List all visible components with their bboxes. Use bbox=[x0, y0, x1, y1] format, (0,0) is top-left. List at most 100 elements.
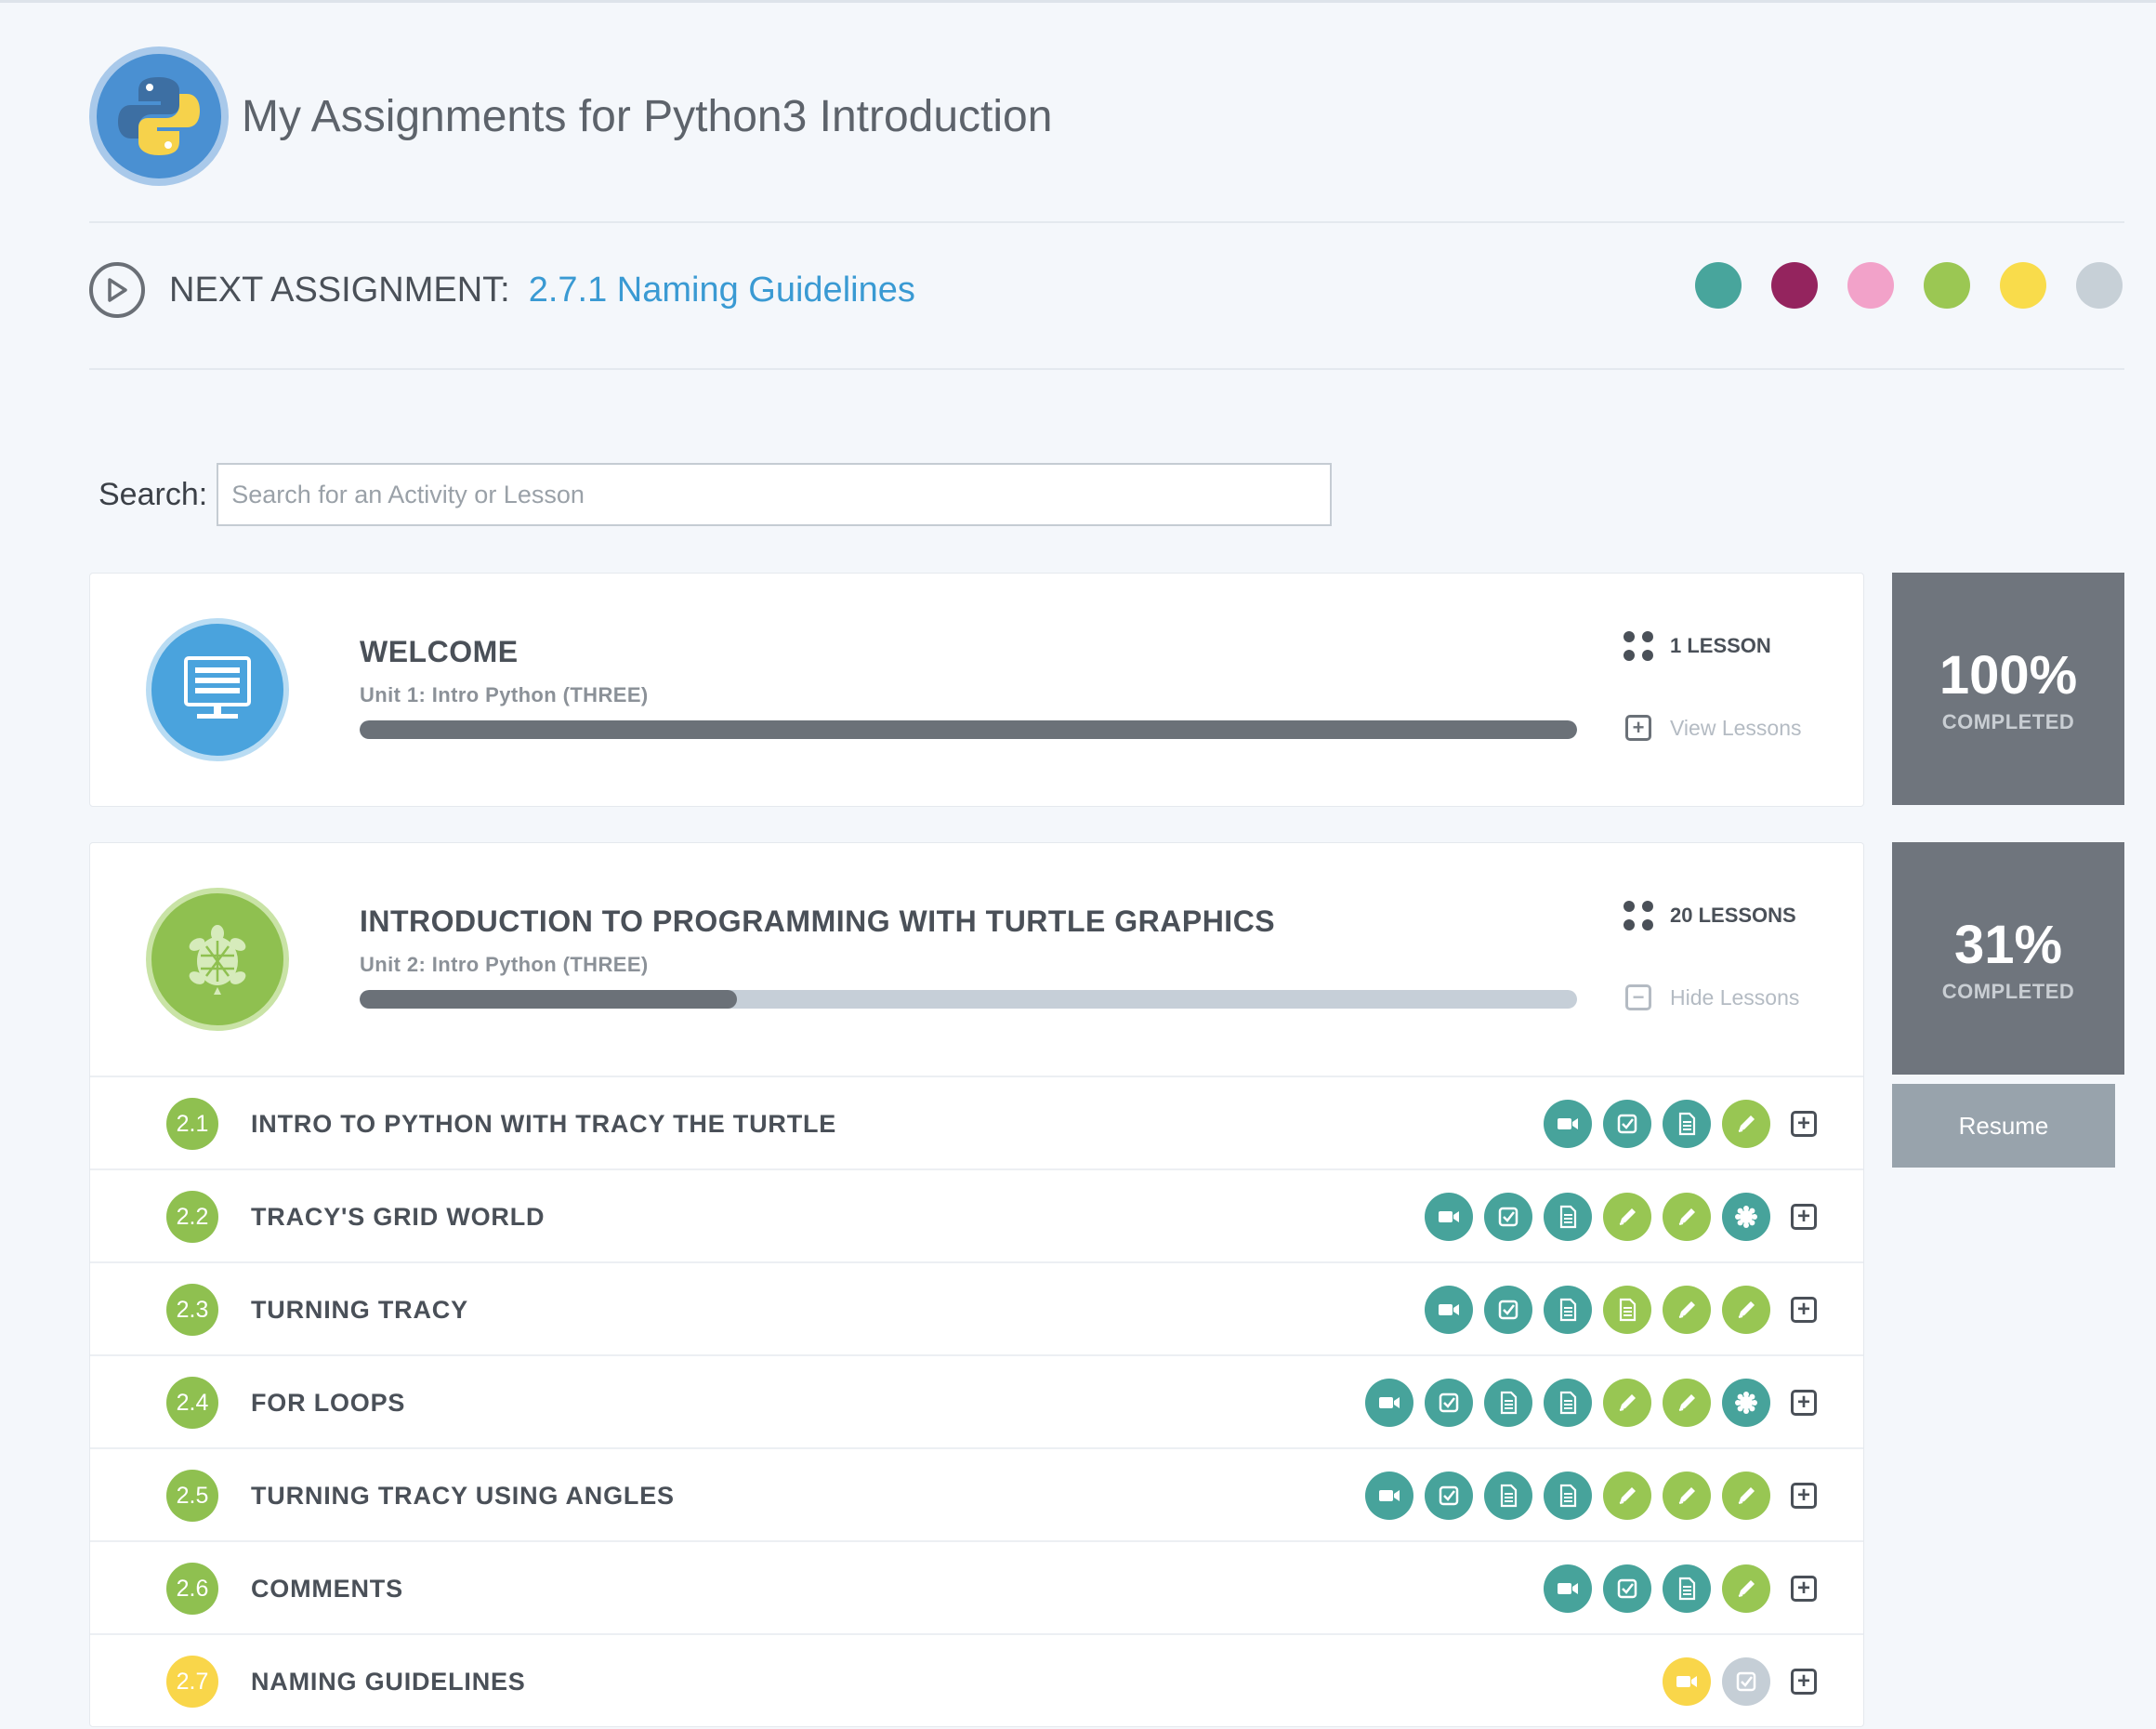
document-icon[interactable] bbox=[1484, 1379, 1532, 1427]
unit-card-turtle-graphics: INTRODUCTION TO PROGRAMMING WITH TURTLE … bbox=[89, 842, 1864, 1727]
color-dot[interactable] bbox=[1771, 262, 1818, 309]
lesson-number-badge: 2.2 bbox=[166, 1191, 218, 1243]
quiz-check-icon[interactable] bbox=[1484, 1193, 1532, 1241]
search-bar: Search: bbox=[99, 463, 1333, 526]
completion-label: COMPLETED bbox=[1941, 979, 2075, 1003]
badge-icon[interactable] bbox=[1722, 1193, 1770, 1241]
lesson-row[interactable]: 2.6 COMMENTS + bbox=[90, 1540, 1863, 1633]
document-icon[interactable] bbox=[1544, 1472, 1592, 1520]
resume-button[interactable]: Resume bbox=[1892, 1084, 2115, 1168]
quiz-check-icon[interactable] bbox=[1722, 1657, 1770, 1706]
expand-plus-icon[interactable]: + bbox=[1791, 1483, 1817, 1509]
expand-plus-icon[interactable]: + bbox=[1791, 1390, 1817, 1416]
video-icon[interactable] bbox=[1663, 1657, 1711, 1706]
expand-plus-icon: + bbox=[1625, 715, 1651, 741]
expand-plus-icon[interactable]: + bbox=[1791, 1576, 1817, 1602]
expand-plus-icon[interactable]: + bbox=[1791, 1669, 1817, 1695]
color-dot[interactable] bbox=[2000, 262, 2046, 309]
quiz-check-icon[interactable] bbox=[1425, 1379, 1473, 1427]
next-assignment-label: NEXT ASSIGNMENT: bbox=[169, 270, 510, 310]
hide-lessons-button[interactable]: − Hide Lessons bbox=[1625, 984, 1799, 1010]
pencil-icon[interactable] bbox=[1603, 1379, 1651, 1427]
lesson-row[interactable]: 2.3 TURNING TRACY + bbox=[90, 1261, 1863, 1354]
lessons-count-text: 20 LESSONS bbox=[1670, 904, 1796, 927]
lesson-number-badge: 2.7 bbox=[166, 1656, 218, 1708]
document-icon[interactable] bbox=[1484, 1472, 1532, 1520]
lesson-row[interactable]: 2.4 FOR LOOPS + bbox=[90, 1354, 1863, 1447]
pencil-icon[interactable] bbox=[1663, 1286, 1711, 1334]
lesson-title[interactable]: TRACY'S GRID WORLD bbox=[251, 1203, 545, 1232]
lesson-number-badge: 2.1 bbox=[166, 1098, 218, 1150]
pencil-icon[interactable] bbox=[1722, 1286, 1770, 1334]
pencil-icon[interactable] bbox=[1663, 1472, 1711, 1520]
document-icon[interactable] bbox=[1544, 1193, 1592, 1241]
hide-lessons-label: Hide Lessons bbox=[1670, 984, 1800, 1010]
document-icon[interactable] bbox=[1544, 1379, 1592, 1427]
unit-card-welcome: WELCOME Unit 1: Intro Python (THREE) 1 L… bbox=[89, 573, 1864, 807]
unit-progress-bar bbox=[360, 720, 1577, 739]
video-icon[interactable] bbox=[1544, 1100, 1592, 1148]
pencil-icon[interactable] bbox=[1722, 1100, 1770, 1148]
lesson-row[interactable]: 2.7 NAMING GUIDELINES + bbox=[90, 1633, 1863, 1726]
expand-plus-icon[interactable]: + bbox=[1791, 1204, 1817, 1230]
next-assignment-link[interactable]: 2.7.1 Naming Guidelines bbox=[529, 271, 915, 310]
unit-progress-fill bbox=[360, 990, 738, 1009]
video-icon[interactable] bbox=[1544, 1564, 1592, 1613]
lesson-number-badge: 2.4 bbox=[166, 1377, 218, 1429]
lessons-count: 1 LESSON bbox=[1624, 631, 1771, 661]
quiz-check-icon[interactable] bbox=[1425, 1472, 1473, 1520]
expand-plus-icon[interactable]: + bbox=[1791, 1297, 1817, 1323]
document-icon[interactable] bbox=[1663, 1100, 1711, 1148]
view-lessons-button[interactable]: + View Lessons bbox=[1625, 715, 1802, 741]
top-border bbox=[0, 0, 2156, 3]
quiz-check-icon[interactable] bbox=[1603, 1564, 1651, 1613]
pencil-icon[interactable] bbox=[1663, 1379, 1711, 1427]
unit-subtitle: Unit 2: Intro Python (THREE) bbox=[360, 953, 649, 976]
lessons-grid-icon bbox=[1624, 901, 1653, 930]
lesson-row[interactable]: 2.1 INTRO TO PYTHON WITH TRACY THE TURTLE… bbox=[90, 1076, 1863, 1168]
lesson-title[interactable]: TURNING TRACY USING ANGLES bbox=[251, 1482, 675, 1511]
search-label: Search: bbox=[99, 476, 208, 512]
video-icon[interactable] bbox=[1365, 1472, 1413, 1520]
activity-icons: + bbox=[1354, 1379, 1817, 1427]
unit-title: INTRODUCTION TO PROGRAMMING WITH TURTLE … bbox=[360, 904, 1276, 938]
lesson-title[interactable]: INTRO TO PYTHON WITH TRACY THE TURTLE bbox=[251, 1110, 836, 1139]
document-icon[interactable] bbox=[1663, 1564, 1711, 1613]
pencil-icon[interactable] bbox=[1722, 1472, 1770, 1520]
unit-subtitle: Unit 1: Intro Python (THREE) bbox=[360, 683, 649, 706]
play-icon[interactable] bbox=[89, 262, 145, 318]
quiz-check-icon[interactable] bbox=[1484, 1286, 1532, 1334]
badge-icon[interactable] bbox=[1722, 1379, 1770, 1427]
lesson-number-badge: 2.3 bbox=[166, 1284, 218, 1336]
document-icon[interactable] bbox=[1603, 1286, 1651, 1334]
lesson-row[interactable]: 2.2 TRACY'S GRID WORLD + bbox=[90, 1168, 1863, 1261]
completion-label: COMPLETED bbox=[1941, 709, 2075, 733]
lesson-number-badge: 2.5 bbox=[166, 1470, 218, 1522]
divider bbox=[89, 221, 2124, 223]
pencil-icon[interactable] bbox=[1603, 1193, 1651, 1241]
color-dot[interactable] bbox=[2076, 262, 2123, 309]
color-dot[interactable] bbox=[1695, 262, 1742, 309]
video-icon[interactable] bbox=[1425, 1286, 1473, 1334]
color-dot[interactable] bbox=[1847, 262, 1894, 309]
lesson-title[interactable]: FOR LOOPS bbox=[251, 1389, 405, 1418]
pencil-icon[interactable] bbox=[1722, 1564, 1770, 1613]
page-title: My Assignments for Python3 Introduction bbox=[242, 91, 1053, 141]
color-dot[interactable] bbox=[1924, 262, 1970, 309]
lesson-title[interactable]: NAMING GUIDELINES bbox=[251, 1668, 526, 1696]
lesson-title[interactable]: TURNING TRACY bbox=[251, 1296, 468, 1325]
activity-icons: + bbox=[1354, 1472, 1817, 1520]
pencil-icon[interactable] bbox=[1603, 1472, 1651, 1520]
activity-icons: + bbox=[1651, 1657, 1817, 1706]
quiz-check-icon[interactable] bbox=[1603, 1100, 1651, 1148]
activity-icons: + bbox=[1532, 1100, 1817, 1148]
document-icon[interactable] bbox=[1544, 1286, 1592, 1334]
pencil-icon[interactable] bbox=[1663, 1193, 1711, 1241]
search-input[interactable] bbox=[217, 463, 1333, 526]
video-icon[interactable] bbox=[1425, 1193, 1473, 1241]
lesson-title[interactable]: COMMENTS bbox=[251, 1575, 403, 1604]
expand-plus-icon[interactable]: + bbox=[1791, 1111, 1817, 1137]
video-icon[interactable] bbox=[1365, 1379, 1413, 1427]
turtle-icon bbox=[146, 888, 289, 1031]
lesson-row[interactable]: 2.5 TURNING TRACY USING ANGLES + bbox=[90, 1447, 1863, 1540]
